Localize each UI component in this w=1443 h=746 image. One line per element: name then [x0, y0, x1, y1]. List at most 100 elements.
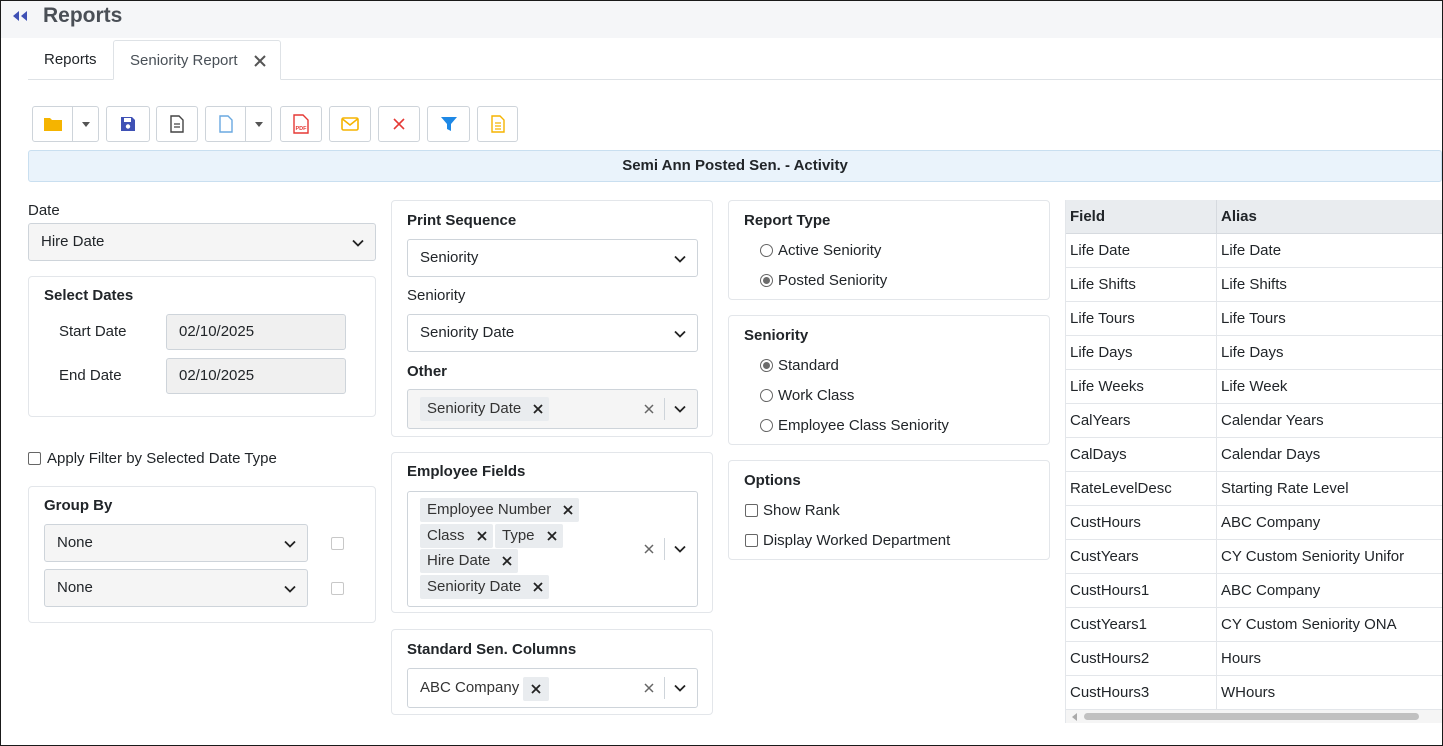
clear-icon[interactable]	[643, 403, 655, 415]
group-by-title: Group By	[44, 497, 113, 514]
filter-button[interactable]	[427, 106, 470, 142]
table-row[interactable]: CustHours1 ABC Company	[1066, 574, 1442, 608]
table-row[interactable]: Life Days Life Days	[1066, 336, 1442, 370]
chip-seniority-date: Seniority Date	[420, 397, 550, 421]
field-cell: CalDays	[1070, 446, 1127, 463]
field-cell: Life Shifts	[1070, 276, 1136, 293]
column-divider	[1216, 370, 1217, 404]
tab-reports[interactable]: Reports	[28, 40, 113, 80]
email-icon	[341, 117, 359, 131]
seniority-sequence-select[interactable]: Seniority Date	[407, 314, 698, 352]
print-sequence-select[interactable]: Seniority	[407, 239, 698, 277]
apply-filter-label: Apply Filter by Selected Date Type	[47, 450, 277, 467]
date-type-select[interactable]: Hire Date	[28, 223, 376, 261]
column-header-field[interactable]: Field	[1070, 200, 1105, 234]
column-divider	[1216, 268, 1217, 302]
export-pdf-button[interactable]: PDF	[280, 106, 322, 142]
clear-icon[interactable]	[643, 682, 655, 694]
chevron-down-icon	[674, 330, 686, 338]
new-button[interactable]	[206, 107, 246, 141]
column-divider	[1216, 404, 1217, 438]
table-row[interactable]: CalDays Calendar Days	[1066, 438, 1442, 472]
chevron-down-icon[interactable]	[673, 542, 687, 556]
table-row[interactable]: Life Date Life Date	[1066, 234, 1442, 268]
print-sequence-panel: Print Sequence Seniority Seniority Senio…	[391, 200, 713, 437]
table-row[interactable]: Life Weeks Life Week	[1066, 370, 1442, 404]
other-multiselect[interactable]: Seniority Date	[407, 389, 698, 429]
scroll-left-icon[interactable]	[1072, 713, 1077, 721]
print-sequence-title: Print Sequence	[407, 212, 517, 229]
display-worked-department-checkbox[interactable]	[745, 534, 758, 547]
column-divider	[1216, 438, 1217, 472]
employee-fields-panel: Employee Fields Employee Number Class Ty…	[391, 452, 713, 613]
show-rank-label: Show Rank	[763, 502, 840, 519]
remove-chip-icon[interactable]	[502, 556, 512, 566]
start-date-input[interactable]: 02/10/2025	[166, 314, 346, 350]
seniority-sequence-value: Seniority Date	[420, 324, 515, 341]
column-divider	[1216, 608, 1217, 642]
open-button[interactable]	[33, 107, 73, 141]
grid-header: Field Alias	[1066, 200, 1442, 234]
employee-class-seniority-radio[interactable]	[760, 419, 773, 432]
save-button[interactable]	[106, 106, 150, 142]
table-row[interactable]: Life Tours Life Tours	[1066, 302, 1442, 336]
standard-columns-multiselect[interactable]: ABC Company	[407, 668, 698, 708]
column-divider	[1216, 642, 1217, 676]
column-header-alias[interactable]: Alias	[1221, 200, 1257, 234]
document-icon	[170, 115, 184, 133]
new-dropdown-button[interactable]	[246, 107, 272, 141]
posted-seniority-radio[interactable]	[760, 274, 773, 287]
show-rank-checkbox[interactable]	[745, 504, 758, 517]
group-by-checkbox-2[interactable]	[331, 582, 344, 595]
table-row[interactable]: CustHours ABC Company	[1066, 506, 1442, 540]
alias-cell: Calendar Days	[1221, 446, 1321, 463]
table-row[interactable]: CustHours2 Hours	[1066, 642, 1442, 676]
report-title-banner: Semi Ann Posted Sen. - Activity	[28, 150, 1442, 182]
table-row[interactable]: CustHours3 WHours	[1066, 676, 1442, 710]
employee-fields-multiselect[interactable]: Employee Number Class Type Hire Date Sen…	[407, 491, 698, 607]
email-button[interactable]	[329, 106, 371, 142]
standard-columns-panel: Standard Sen. Columns ABC Company	[391, 629, 713, 715]
active-seniority-radio[interactable]	[760, 244, 773, 257]
group-by-select-2[interactable]: None	[44, 569, 308, 607]
standard-radio[interactable]	[760, 359, 773, 372]
remove-chip-icon[interactable]	[563, 505, 573, 515]
table-row[interactable]: CalYears Calendar Years	[1066, 404, 1442, 438]
table-row[interactable]: CustYears CY Custom Seniority Unifor	[1066, 540, 1442, 574]
horizontal-scrollbar[interactable]	[1066, 710, 1442, 723]
close-icon[interactable]	[252, 53, 268, 69]
scrollbar-thumb[interactable]	[1084, 713, 1419, 720]
report-type-title: Report Type	[744, 212, 831, 229]
select-dates-title: Select Dates	[44, 287, 134, 304]
table-row[interactable]: CustYears1 CY Custom Seniority ONA	[1066, 608, 1442, 642]
end-date-input[interactable]: 02/10/2025	[166, 358, 346, 394]
group-by-select-1[interactable]: None	[44, 524, 308, 562]
remove-chip-icon[interactable]	[533, 404, 543, 414]
apply-filter-checkbox[interactable]	[28, 452, 41, 465]
remove-chip-icon[interactable]	[546, 531, 557, 541]
remove-chip-icon[interactable]	[533, 582, 543, 592]
alias-cell: CY Custom Seniority Unifor	[1221, 548, 1405, 565]
chevron-down-icon	[352, 239, 364, 247]
chevron-down-icon[interactable]	[673, 681, 687, 695]
table-row[interactable]: Life Shifts Life Shifts	[1066, 268, 1442, 302]
open-dropdown-button[interactable]	[73, 107, 99, 141]
work-class-radio[interactable]	[760, 389, 773, 402]
collapse-left-icon[interactable]	[11, 9, 29, 23]
separator	[664, 677, 665, 699]
remove-chip-button[interactable]	[523, 677, 549, 701]
notes-button[interactable]	[477, 106, 518, 142]
delete-button[interactable]	[378, 106, 420, 142]
table-row[interactable]: RateLevelDesc Starting Rate Level	[1066, 472, 1442, 506]
clear-icon[interactable]	[643, 543, 655, 555]
alias-cell: Calendar Years	[1221, 412, 1324, 429]
alias-cell: CY Custom Seniority ONA	[1221, 616, 1397, 633]
report-button[interactable]	[156, 106, 198, 142]
group-by-checkbox-1[interactable]	[331, 537, 344, 550]
date-type-value: Hire Date	[41, 233, 105, 250]
tab-seniority-report[interactable]: Seniority Report	[113, 40, 281, 80]
field-cell: Life Days	[1070, 344, 1133, 361]
column-divider	[1216, 234, 1217, 268]
chevron-down-icon[interactable]	[673, 402, 687, 416]
remove-chip-icon[interactable]	[476, 531, 487, 541]
